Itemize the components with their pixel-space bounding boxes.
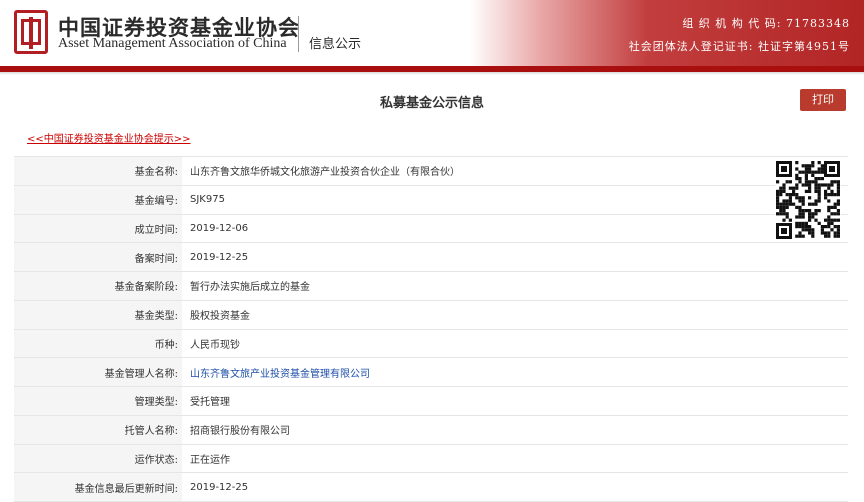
management-type-value: 受托管理 <box>182 386 848 416</box>
site-title: 信息公示 <box>309 37 362 52</box>
manager-name-label: 基金管理人名称: <box>14 357 182 387</box>
fund-code-label: 基金编号: <box>14 185 182 215</box>
site-header: 中国证券投资基金业协会 Asset Management Association… <box>0 0 864 66</box>
registration-cert-line: 社会团体法人登记证书: 社证字第4951号 <box>628 40 850 53</box>
table-row: 基金管理人名称: 山东齐鲁文旅产业投资基金管理有限公司 <box>14 357 848 387</box>
table-row: 托管人名称: 招商银行股份有限公司 <box>14 415 848 445</box>
fund-name-label: 基金名称: <box>14 156 182 186</box>
currency-value: 人民币现钞 <box>182 329 848 359</box>
fund-detail-table: 基金名称: 山东齐鲁文旅华侨城文化旅游产业投资合伙企业（有限合伙） 基金编号: … <box>14 156 848 502</box>
operation-status-label: 运作状态: <box>14 444 182 474</box>
qr-code-icon <box>775 160 841 240</box>
table-row: 运作状态: 正在运作 <box>14 444 848 474</box>
filing-stage-value: 暂行办法实施后成立的基金 <box>182 271 848 301</box>
fund-code-value: SJK975 <box>182 185 848 215</box>
fund-type-value: 股权投资基金 <box>182 300 848 330</box>
manager-name-link[interactable]: 山东齐鲁文旅产业投资基金管理有限公司 <box>190 369 370 380</box>
table-row: 基金信息最后更新时间: 2019-12-25 <box>14 472 848 502</box>
header-shadow <box>0 72 864 75</box>
header-divider <box>298 16 299 52</box>
fund-name-value: 山东齐鲁文旅华侨城文化旅游产业投资合伙企业（有限合伙） <box>182 156 848 186</box>
page-title: 私募基金公示信息 <box>379 96 484 111</box>
last-update-label: 基金信息最后更新时间: <box>14 472 182 502</box>
header-red-gradient <box>470 0 864 66</box>
table-row: 基金名称: 山东齐鲁文旅华侨城文化旅游产业投资合伙企业（有限合伙） <box>14 156 848 186</box>
table-row: 成立时间: 2019-12-06 <box>14 214 848 244</box>
operation-status-value: 正在运作 <box>182 444 848 474</box>
established-date-label: 成立时间: <box>14 214 182 244</box>
custodian-name-label: 托管人名称: <box>14 415 182 445</box>
custodian-name-value: 招商银行股份有限公司 <box>182 415 848 445</box>
association-tip-link[interactable]: <<中国证券投资基金业协会提示>> <box>27 130 191 145</box>
table-row: 基金类型: 股权投资基金 <box>14 300 848 330</box>
print-button[interactable]: 打印 <box>800 89 846 111</box>
filing-stage-label: 基金备案阶段: <box>14 271 182 301</box>
amac-logo-icon[interactable] <box>14 10 48 54</box>
table-row: 币种: 人民币现钞 <box>14 329 848 359</box>
filing-date-value: 2019-12-25 <box>182 242 848 272</box>
manager-name-cell: 山东齐鲁文旅产业投资基金管理有限公司 <box>182 357 848 387</box>
established-date-value: 2019-12-06 <box>182 214 848 244</box>
management-type-label: 管理类型: <box>14 386 182 416</box>
table-row: 基金编号: SJK975 <box>14 185 848 215</box>
org-code-line: 组 织 机 构 代 码: 71783348 <box>682 17 850 30</box>
last-update-value: 2019-12-25 <box>182 472 848 502</box>
org-name-en: Asset Management Association of China <box>58 36 287 51</box>
filing-date-label: 备案时间: <box>14 242 182 272</box>
fund-type-label: 基金类型: <box>14 300 182 330</box>
table-row: 备案时间: 2019-12-25 <box>14 242 848 272</box>
currency-label: 币种: <box>14 329 182 359</box>
table-row: 基金备案阶段: 暂行办法实施后成立的基金 <box>14 271 848 301</box>
table-row: 管理类型: 受托管理 <box>14 386 848 416</box>
